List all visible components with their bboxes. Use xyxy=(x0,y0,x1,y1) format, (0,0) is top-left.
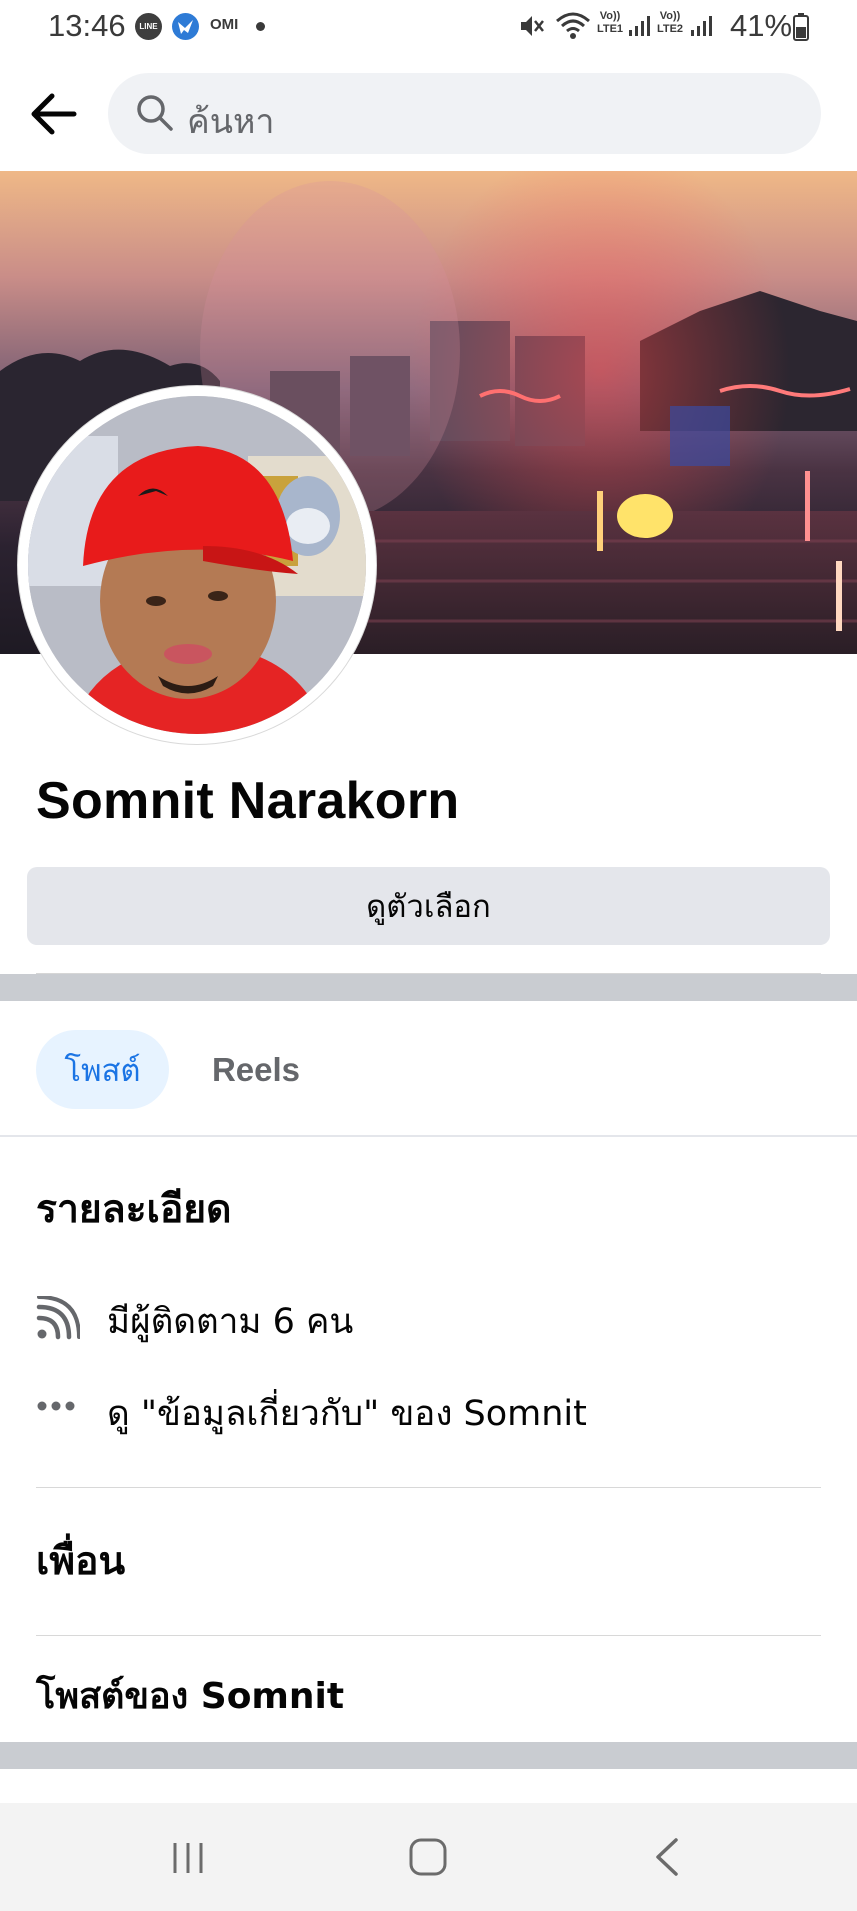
system-back-icon[interactable] xyxy=(652,1837,682,1877)
posts-title: โพสต์ของ Somnit xyxy=(36,1676,345,1717)
system-navigation-bar xyxy=(0,1803,857,1911)
about-link[interactable]: ดู "ข้อมูลเกี่ยวกับ" ของ Somnit xyxy=(107,1386,587,1441)
line-app-icon: LINE xyxy=(135,13,162,40)
battery-percent: 41% xyxy=(730,8,793,43)
recent-apps-icon[interactable] xyxy=(170,1840,206,1876)
signal-sim1-icon xyxy=(629,16,650,36)
mute-icon xyxy=(521,16,544,36)
sim2-volte-label: Vo)) LTE2 xyxy=(656,10,684,35)
status-bar: 13:46 LINE OMI Vo)) LTE1 Vo)) LTE2 41% xyxy=(0,0,857,56)
status-time: 13:46 xyxy=(48,8,126,43)
avatar-photo xyxy=(28,396,366,734)
profile-name: Somnit Narakorn xyxy=(36,772,460,830)
rss-feed-icon xyxy=(36,1296,80,1340)
search-input[interactable]: ค้นหา xyxy=(108,73,821,154)
section-divider xyxy=(0,1742,857,1769)
divider xyxy=(36,1487,821,1488)
home-icon[interactable] xyxy=(409,1837,447,1877)
battery-icon xyxy=(793,13,809,41)
omi-app-icon: OMI xyxy=(210,16,239,33)
back-button[interactable] xyxy=(26,88,82,140)
bird-app-icon xyxy=(172,13,199,40)
view-options-button[interactable]: ดูตัวเลือก xyxy=(27,867,830,945)
tab-reels[interactable]: Reels xyxy=(200,1030,312,1109)
section-divider xyxy=(0,974,857,1001)
divider xyxy=(36,1635,821,1636)
sim1-volte-label: Vo)) LTE1 xyxy=(596,10,624,35)
wifi-icon xyxy=(556,12,590,39)
signal-sim2-icon xyxy=(691,16,712,36)
notification-dot-icon xyxy=(256,22,265,31)
details-title: รายละเอียด xyxy=(36,1187,232,1232)
back-arrow-icon xyxy=(31,93,77,135)
tabs-divider xyxy=(0,1135,857,1137)
friends-title[interactable]: เพื่อน xyxy=(36,1530,125,1592)
about-row[interactable]: ดู "ข้อมูลเกี่ยวกับ" ของ Somnit xyxy=(36,1386,836,1440)
tab-posts[interactable]: โพสต์ xyxy=(36,1030,169,1109)
more-dots-icon xyxy=(37,1401,75,1411)
search-icon xyxy=(137,95,173,131)
followers-row: มีผู้ติดตาม 6 คน xyxy=(36,1294,836,1344)
avatar[interactable] xyxy=(28,396,366,734)
followers-count: มีผู้ติดตาม 6 คน xyxy=(107,1302,354,1342)
search-placeholder: ค้นหา xyxy=(187,103,275,141)
